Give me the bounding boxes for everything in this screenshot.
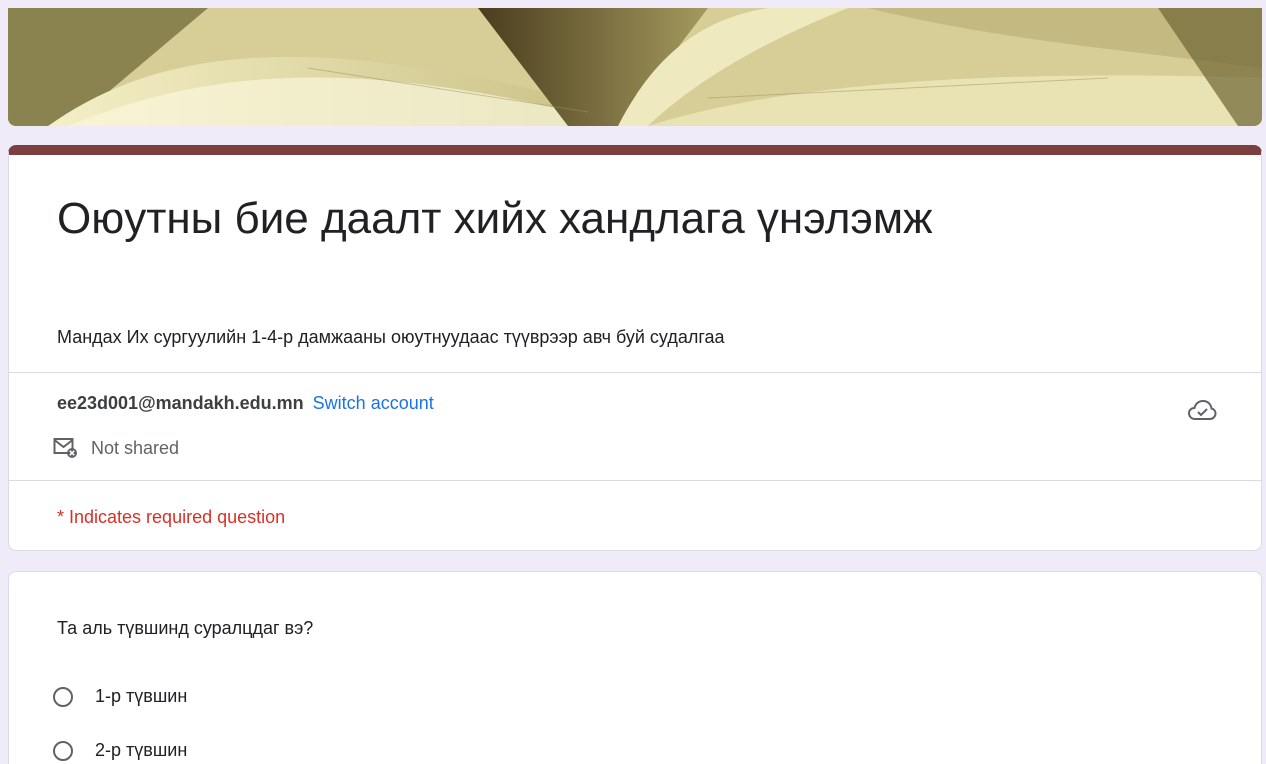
form-header-card: Оюутны бие даалт хийх хандлага үнэлэмж М… bbox=[8, 145, 1262, 551]
radio-option-label: 1-р түвшин bbox=[95, 686, 188, 706]
question-title: Та аль түвшинд суралцдаг вэ? bbox=[57, 618, 314, 638]
required-question-note: * Indicates required question bbox=[57, 507, 286, 527]
shared-status-text: Not shared bbox=[91, 437, 180, 458]
divider bbox=[9, 480, 1261, 481]
shared-status-row: Not shared bbox=[53, 437, 179, 459]
radio-option[interactable]: 1-р түвшин bbox=[53, 686, 187, 707]
form-page: Оюутны бие даалт хийх хандлага үнэлэмж М… bbox=[0, 0, 1266, 764]
divider bbox=[9, 372, 1261, 373]
form-title: Оюутны бие даалт хийх хандлага үнэлэмж bbox=[57, 194, 933, 243]
header-banner-image bbox=[8, 8, 1262, 126]
question-card: Та аль түвшинд суралцдаг вэ? 1-р түвшин … bbox=[8, 571, 1262, 764]
account-email: ee23d001@mandakh.edu.mn bbox=[57, 393, 304, 413]
open-book-illustration bbox=[8, 8, 1262, 126]
radio-button[interactable] bbox=[53, 740, 73, 761]
radio-option-label: 2-р түвшин bbox=[95, 740, 188, 760]
radio-button[interactable] bbox=[53, 686, 73, 707]
form-description: Мандах Их сургуулийн 1-4-р дамжааны оюут… bbox=[57, 327, 725, 347]
mail-not-shared-icon bbox=[53, 438, 77, 458]
cloud-check-icon bbox=[1187, 399, 1217, 420]
radio-option[interactable]: 2-р түвшин bbox=[53, 740, 187, 761]
switch-account-link[interactable]: Switch account bbox=[313, 393, 434, 413]
account-row: ee23d001@mandakh.edu.mn Switch account bbox=[57, 393, 434, 414]
